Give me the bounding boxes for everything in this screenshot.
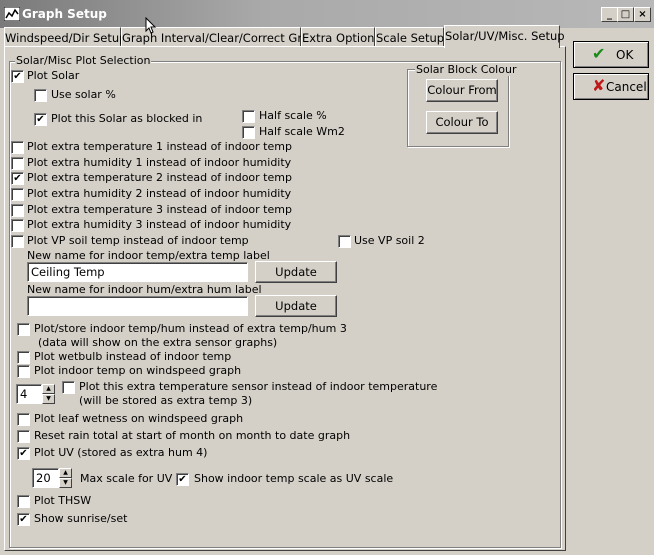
mouse-cursor-icon xyxy=(145,17,157,34)
plot-blocked-label: Plot this Solar as blocked in xyxy=(51,112,203,125)
half-scale-wm2-checkbox[interactable] xyxy=(242,126,255,139)
extra-hum-2-checkbox[interactable] xyxy=(11,188,24,201)
extra-temp-3-label: Plot extra temperature 3 instead of indo… xyxy=(27,203,292,216)
show-sunrise-label: Show sunrise/set xyxy=(34,512,128,525)
plot-blocked-checkbox[interactable]: ✔ xyxy=(34,113,47,126)
extra-sensor-number-input[interactable]: 4 xyxy=(16,384,42,404)
half-scale-pct-label: Half scale % xyxy=(259,109,327,122)
uv-scale-label: Max scale for UV xyxy=(80,472,173,485)
leaf-wetness-checkbox[interactable] xyxy=(17,413,30,426)
plot-thsw-label: Plot THSW xyxy=(34,494,92,507)
uv-scale-spin-down[interactable]: ▼ xyxy=(59,478,72,488)
title-bar[interactable]: Graph Setup _ □ × xyxy=(0,0,654,28)
update-temp-name-button[interactable]: Update xyxy=(255,261,337,283)
colour-from-button[interactable]: Colour From xyxy=(426,79,498,102)
solar-block-title: Solar Block Colour xyxy=(415,63,518,76)
store-indoor-note: (data will show on the extra sensor grap… xyxy=(38,336,278,349)
use-vp-soil-2-label: Use VP soil 2 xyxy=(354,234,425,247)
update-hum-name-button[interactable]: Update xyxy=(255,295,337,317)
close-button[interactable]: × xyxy=(634,7,651,22)
ok-button-label: OK xyxy=(616,48,634,62)
half-scale-pct-checkbox[interactable] xyxy=(242,110,255,123)
extra-hum-2-label: Plot extra humidity 2 instead of indoor … xyxy=(27,187,292,200)
plot-uv-checkbox[interactable]: ✔ xyxy=(17,447,30,460)
extra-temp-1-checkbox[interactable] xyxy=(11,141,24,154)
extra-hum-3-checkbox[interactable] xyxy=(11,219,24,232)
vp-soil-temp-label: Plot VP soil temp instead of indoor temp xyxy=(27,234,249,247)
minimize-button[interactable]: _ xyxy=(601,7,618,22)
half-scale-wm2-label: Half scale Wm2 xyxy=(259,125,345,138)
uv-scale-spin-up[interactable]: ▲ xyxy=(59,468,72,478)
check-icon: ✔ xyxy=(592,44,606,63)
window-title: Graph Setup xyxy=(22,7,107,21)
cancel-button-label: Cancel xyxy=(606,80,647,94)
rename-hum-label: New name for indoor hum/extra hum label xyxy=(27,283,262,296)
store-indoor-checkbox[interactable] xyxy=(17,323,30,336)
extra-temp-2-checkbox[interactable]: ✔ xyxy=(11,172,24,185)
vp-soil-temp-checkbox[interactable] xyxy=(11,235,24,248)
ok-button[interactable]: ✔ OK xyxy=(573,41,649,68)
extra-hum-1-label: Plot extra humidity 1 instead of indoor … xyxy=(27,156,292,169)
extra-sensor-label: Plot this extra temperature sensor inste… xyxy=(79,380,438,393)
tab-solar-uv-misc[interactable]: Solar/UV/Misc. Setup xyxy=(444,25,565,48)
reset-rain-label: Reset rain total at start of month on mo… xyxy=(34,429,351,442)
show-indoor-uv-checkbox[interactable]: ✔ xyxy=(176,473,189,486)
use-solar-pct-checkbox[interactable] xyxy=(34,89,47,102)
extra-temp-2-label: Plot extra temperature 2 instead of indo… xyxy=(27,171,292,184)
show-sunrise-checkbox[interactable]: ✔ xyxy=(17,513,30,526)
wetbulb-checkbox[interactable] xyxy=(17,351,30,364)
wetbulb-label: Plot wetbulb instead of indoor temp xyxy=(34,350,232,363)
tab-windspeed[interactable]: Windspeed/Dir Setup xyxy=(4,27,126,47)
colour-to-button[interactable]: Colour To xyxy=(426,111,498,134)
extra-sensor-spin-up[interactable]: ▲ xyxy=(42,384,55,394)
use-solar-pct-label: Use solar % xyxy=(51,88,116,101)
extra-temp-3-checkbox[interactable] xyxy=(11,204,24,217)
extra-hum-3-label: Plot extra humidity 3 instead of indoor … xyxy=(27,218,292,231)
cancel-button[interactable]: ✘ Cancel xyxy=(573,73,649,100)
plot-solar-label: Plot Solar xyxy=(27,69,80,82)
extra-temp-1-label: Plot extra temperature 1 instead of indo… xyxy=(27,140,292,153)
extra-sensor-checkbox[interactable] xyxy=(62,381,75,394)
tab-scale-setup[interactable]: Scale Setup xyxy=(375,27,444,47)
tab-panel: Solar/Misc Plot Selection ✔ Plot Solar U… xyxy=(4,46,566,551)
temp-name-input[interactable]: Ceiling Temp xyxy=(27,262,248,282)
cross-icon: ✘ xyxy=(592,76,606,95)
tab-extra-options[interactable]: Extra Options xyxy=(301,27,380,47)
indoor-on-wind-label: Plot indoor temp on windspeed graph xyxy=(34,364,242,377)
rename-temp-label: New name for indoor temp/extra temp labe… xyxy=(27,249,270,262)
app-icon xyxy=(4,7,20,21)
plot-solar-checkbox[interactable]: ✔ xyxy=(11,70,24,83)
store-indoor-label: Plot/store indoor temp/hum instead of ex… xyxy=(34,322,347,335)
extra-hum-1-checkbox[interactable] xyxy=(11,157,24,170)
use-vp-soil-2-checkbox[interactable] xyxy=(338,235,351,248)
group-title: Solar/Misc Plot Selection xyxy=(15,54,152,67)
uv-scale-input[interactable]: 20 xyxy=(32,468,59,488)
extra-sensor-note: (will be stored as extra temp 3) xyxy=(79,394,253,407)
plot-uv-label: Plot UV (stored as extra hum 4) xyxy=(34,446,208,459)
show-indoor-uv-label: Show indoor temp scale as UV scale xyxy=(194,472,394,485)
extra-sensor-spin-down[interactable]: ▼ xyxy=(42,394,55,404)
hum-name-input[interactable] xyxy=(27,296,248,316)
indoor-on-wind-checkbox[interactable] xyxy=(17,365,30,378)
leaf-wetness-label: Plot leaf wetness on windspeed graph xyxy=(34,412,244,425)
plot-thsw-checkbox[interactable] xyxy=(17,495,30,508)
reset-rain-checkbox[interactable] xyxy=(17,430,30,443)
maximize-button[interactable]: □ xyxy=(617,7,634,22)
